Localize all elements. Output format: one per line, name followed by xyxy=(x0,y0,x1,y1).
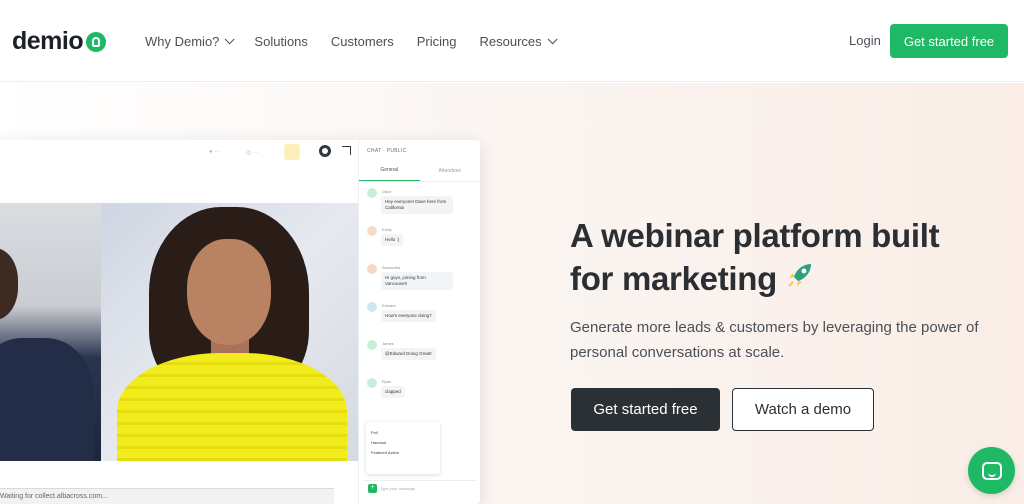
avatar xyxy=(367,188,377,198)
chat-author: Emily xyxy=(382,227,392,232)
chevron-down-icon xyxy=(225,33,235,44)
app-toolbar: ● ··· ◎ ··· xyxy=(0,140,358,166)
main-menu: Why Demio? Solutions Customers Pricing R… xyxy=(145,32,577,50)
top-navigation: demio Why Demio? Solutions Customers Pri… xyxy=(0,0,1024,82)
headline-line-2: for marketing xyxy=(570,260,777,297)
chat-text: clapped xyxy=(381,386,405,398)
presenter-video-right xyxy=(101,203,358,461)
add-icon[interactable]: + xyxy=(368,484,377,493)
mic-icon: ● ··· xyxy=(209,149,221,155)
hero-subtitle: Generate more leads & customers by lever… xyxy=(570,319,979,361)
headline-line-1: A webinar platform built xyxy=(570,217,940,254)
chat-author: Ryan xyxy=(382,379,392,384)
browser-status-bar: Waiting for collect.albacross.com... xyxy=(0,488,334,504)
chat-header: CHAT · PUBLIC xyxy=(367,148,407,154)
avatar xyxy=(367,226,377,236)
nav-why-demio[interactable]: Why Demio? xyxy=(145,32,235,50)
handout-option[interactable]: Handout xyxy=(371,440,435,445)
chat-author: Dave xyxy=(382,189,392,194)
logo-mark-icon xyxy=(86,32,107,52)
featured-action-option[interactable]: Featured Action xyxy=(371,450,435,455)
video-stage xyxy=(0,166,358,504)
chat-author: Samantha xyxy=(382,265,401,270)
avatar xyxy=(367,302,377,312)
chat-message: Dave Hey everyone! Dave here from Califo… xyxy=(367,188,474,220)
tab-attendees[interactable]: Attendees xyxy=(420,160,481,181)
avatar xyxy=(367,378,377,388)
chat-message: James @Edward Doing Great! xyxy=(367,340,474,372)
demio-logo[interactable]: demio xyxy=(12,27,107,55)
nav-why-demio-label: Why Demio? xyxy=(145,33,220,49)
nav-pricing[interactable]: Pricing xyxy=(417,32,457,50)
chat-message: Samantha Hi guys, joining from Vancouver… xyxy=(367,264,474,296)
chat-text: How's everyone doing? xyxy=(381,310,436,322)
chat-message: Emily Hello :) xyxy=(367,226,474,258)
get-started-hero-button[interactable]: Get started free xyxy=(571,388,720,431)
watch-demo-button[interactable]: Watch a demo xyxy=(732,388,874,431)
chat-message: Ryan clapped xyxy=(367,378,474,410)
chat-actions-menu: Poll Handout Featured Action xyxy=(366,422,440,474)
chat-author: Edward xyxy=(382,303,396,308)
chat-tabs: General Attendees xyxy=(359,160,480,182)
chat-text: Hi guys, joining from Vancouver! xyxy=(381,272,453,290)
rocket-icon xyxy=(785,260,815,303)
hero-headline: A webinar platform built for marketing xyxy=(570,214,990,303)
live-chat-button[interactable] xyxy=(968,447,1015,494)
nav-solutions[interactable]: Solutions xyxy=(254,32,307,50)
nav-solutions-label: Solutions xyxy=(254,33,308,49)
chat-input[interactable]: + Type your message... xyxy=(364,480,476,496)
logo-text: demio xyxy=(12,27,84,55)
chat-text: @Edward Doing Great! xyxy=(381,348,436,360)
tab-general[interactable]: General xyxy=(359,160,420,181)
chat-text: Hello :) xyxy=(381,234,404,246)
presenter-video-left xyxy=(0,203,101,461)
chat-input-placeholder: Type your message... xyxy=(380,486,419,491)
poll-option[interactable]: Poll xyxy=(371,430,435,435)
nav-pricing-label: Pricing xyxy=(416,33,457,49)
camera-icon: ◎ ··· xyxy=(246,150,259,156)
chat-message: Edward How's everyone doing? xyxy=(367,302,474,334)
expand-icon xyxy=(342,146,351,155)
nav-resources[interactable]: Resources xyxy=(479,32,558,50)
nav-resources-label: Resources xyxy=(479,33,542,49)
highlight-icon xyxy=(284,144,300,160)
gear-icon xyxy=(319,145,331,157)
avatar xyxy=(367,340,377,350)
chat-text: Hey everyone! Dave here from California xyxy=(381,196,453,214)
nav-customers[interactable]: Customers xyxy=(331,32,394,50)
chat-bubble-icon xyxy=(981,461,1002,480)
get-started-nav-button[interactable]: Get started free xyxy=(890,24,1008,58)
login-link[interactable]: Login xyxy=(849,33,881,48)
nav-customers-label: Customers xyxy=(330,33,394,49)
chevron-down-icon xyxy=(547,33,558,44)
avatar xyxy=(367,264,377,274)
chat-author: James xyxy=(382,341,394,346)
